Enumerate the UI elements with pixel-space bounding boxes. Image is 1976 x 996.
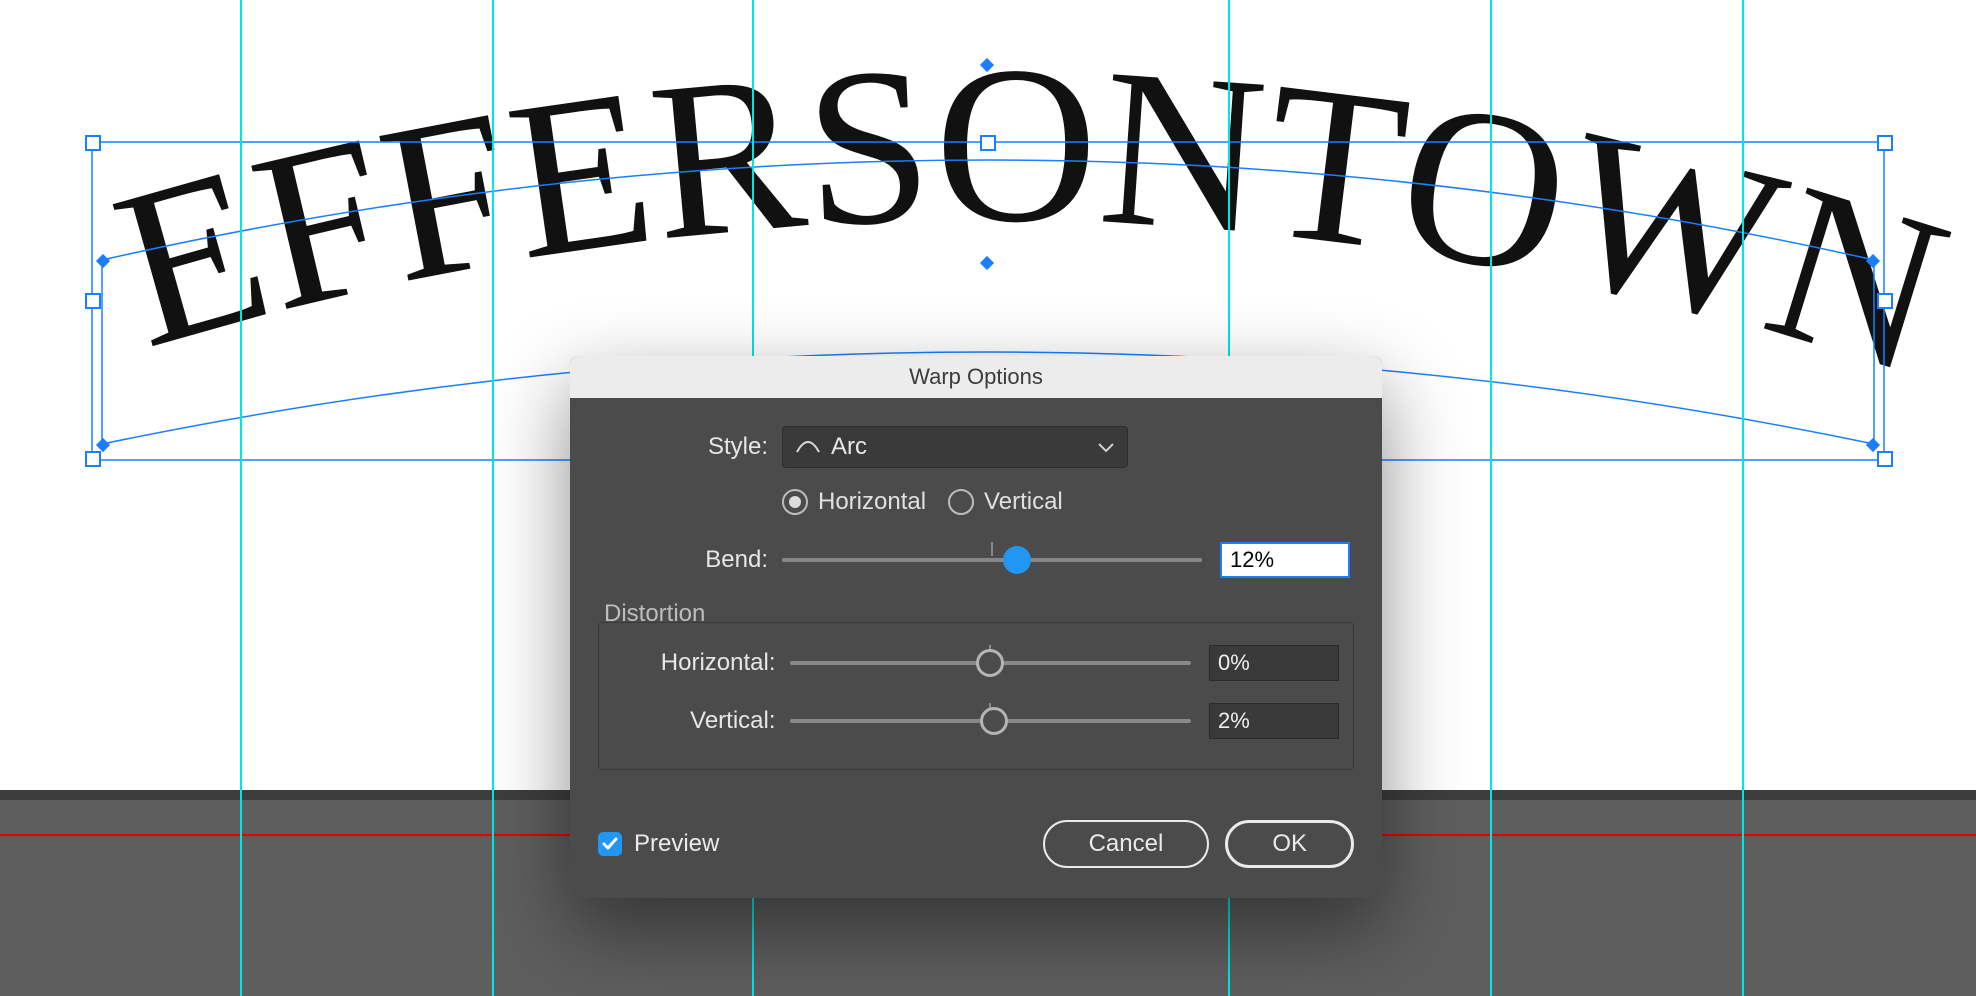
radio-label: Horizontal	[818, 488, 926, 516]
canvas[interactable]: JEFFERSONTOWN	[0, 0, 1976, 996]
bend-value-input[interactable]	[1220, 542, 1350, 578]
arc-icon	[795, 433, 821, 461]
warp-options-dialog[interactable]: Warp Options Style: Arc Horizontal	[570, 356, 1382, 898]
ok-button[interactable]: OK	[1225, 820, 1354, 868]
guide-vertical[interactable]	[492, 0, 494, 996]
distortion-vertical-slider[interactable]	[790, 707, 1191, 735]
slider-thumb[interactable]	[976, 649, 1004, 677]
distortion-horizontal-slider[interactable]	[790, 649, 1191, 677]
distortion-vertical-label: Vertical:	[613, 707, 790, 735]
preview-label: Preview	[634, 830, 719, 858]
style-label: Style:	[598, 433, 782, 461]
cancel-button[interactable]: Cancel	[1043, 820, 1210, 868]
guide-vertical[interactable]	[1742, 0, 1744, 996]
distortion-horizontal-input[interactable]	[1209, 645, 1339, 681]
style-dropdown[interactable]: Arc	[782, 426, 1128, 468]
bend-slider[interactable]	[782, 546, 1202, 574]
guide-vertical[interactable]	[1490, 0, 1492, 996]
dialog-title[interactable]: Warp Options	[570, 356, 1382, 398]
checkbox-checked-icon	[598, 832, 622, 856]
bend-slider-thumb[interactable]	[1003, 546, 1031, 574]
orientation-horizontal-radio[interactable]: Horizontal	[782, 488, 926, 516]
orientation-radio-group: Horizontal Vertical	[782, 488, 1354, 516]
guide-vertical[interactable]	[240, 0, 242, 996]
preview-checkbox[interactable]: Preview	[598, 830, 719, 858]
orientation-vertical-radio[interactable]: Vertical	[948, 488, 1063, 516]
style-value: Arc	[831, 433, 867, 461]
distortion-vertical-input[interactable]	[1209, 703, 1339, 739]
slider-thumb[interactable]	[980, 707, 1008, 735]
distortion-horizontal-label: Horizontal:	[613, 649, 790, 677]
distortion-group: Horizontal: Vertical:	[598, 622, 1354, 770]
chevron-down-icon	[1097, 433, 1115, 461]
radio-label: Vertical	[984, 488, 1063, 516]
bend-label: Bend:	[598, 546, 782, 574]
